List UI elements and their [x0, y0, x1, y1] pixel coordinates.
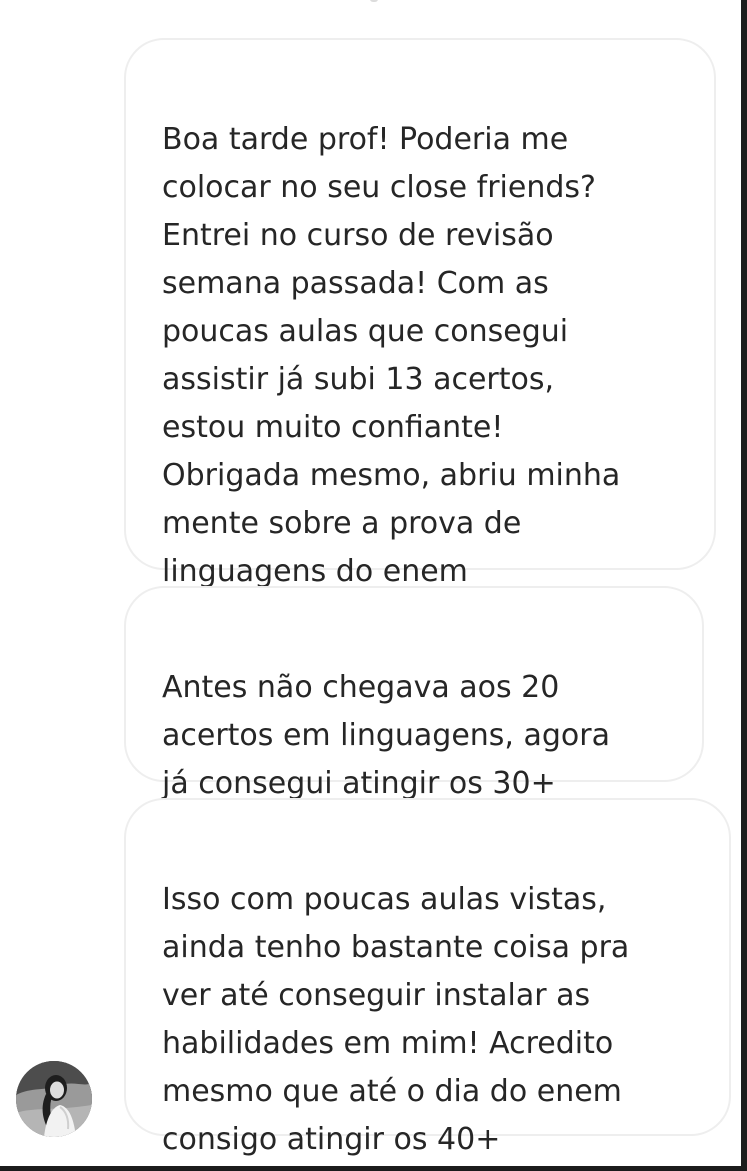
message-bubble-2[interactable]: Antes não chegava aos 20 acertos em ling…	[124, 586, 704, 801]
message-bubble-3[interactable]: Isso com poucas aulas vistas, ainda tenh…	[124, 798, 731, 1157]
message-text-3: Isso com poucas aulas vistas, ainda tenh…	[162, 882, 630, 1157]
profile-photo-icon	[16, 1061, 92, 1137]
frame-bottom-edge	[0, 1166, 747, 1171]
message-bubble-1[interactable]: Boa tarde prof! Poderia me colocar no se…	[124, 38, 716, 589]
sender-avatar[interactable]	[16, 1061, 92, 1137]
message-text-1: Boa tarde prof! Poderia me colocar no se…	[162, 122, 621, 589]
scroll-indicator	[370, 0, 378, 2]
message-thread: Boa tarde prof! Poderia me colocar no se…	[0, 0, 747, 1171]
frame-right-edge	[741, 0, 747, 1171]
message-text-2: Antes não chegava aos 20 acertos em ling…	[162, 670, 611, 801]
